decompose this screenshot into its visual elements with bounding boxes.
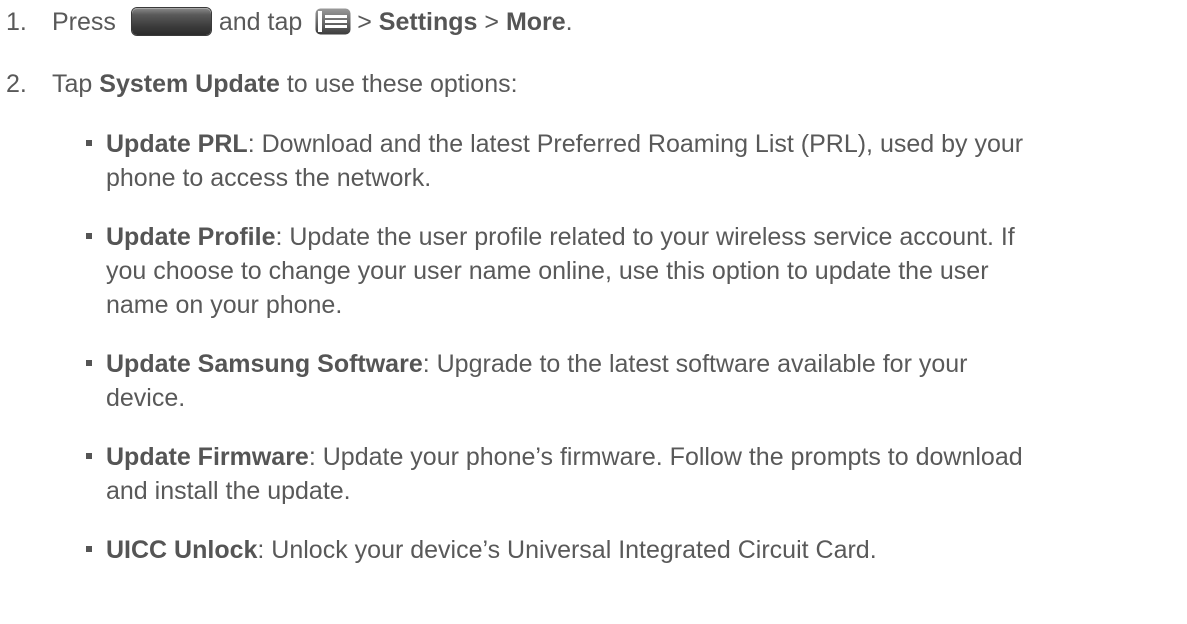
step-number: 1. <box>6 8 27 36</box>
system-update-label: System Update <box>99 70 280 98</box>
bullet-square-icon <box>86 140 92 146</box>
list-item: Update PRL: Download and the latest Pref… <box>85 127 1175 195</box>
and-tap-text: and tap <box>218 8 303 36</box>
step-2: 2. Tap System Update to use these options… <box>6 67 518 101</box>
press-text: Press <box>52 8 116 36</box>
option-description: : Unlock your device’s Universal Integra… <box>257 536 877 564</box>
bullet-square-icon <box>86 360 92 366</box>
options-list: Update PRL: Download and the latest Pref… <box>85 127 1175 592</box>
bullet-square-icon <box>86 233 92 239</box>
period: . <box>565 8 573 36</box>
step-2-rest: to use these options: <box>286 70 518 98</box>
tap-text: Tap <box>52 70 93 98</box>
option-title: Update Firmware <box>106 443 309 471</box>
list-item: Update Firmware: Update your phone’s fir… <box>85 440 1175 508</box>
option-title: Update Profile <box>106 223 276 251</box>
instructions-document: 1. Press and tap > Settings > More. 2. Ta <box>0 0 1187 624</box>
list-item: UICC Unlock: Unlock your device’s Univer… <box>85 533 1175 567</box>
step-1: 1. Press and tap > Settings > More. <box>6 5 573 39</box>
separator: > <box>357 8 372 36</box>
bullet-square-icon <box>86 453 92 459</box>
option-title: Update PRL <box>106 130 248 158</box>
option-title: UICC Unlock <box>106 536 258 564</box>
step-number: 2. <box>6 70 27 98</box>
more-label: More <box>505 8 566 36</box>
list-item: Update Samsung Software: Upgrade to the … <box>85 347 1175 415</box>
home-key-icon <box>131 7 211 35</box>
list-item: Update Profile: Update the user profile … <box>85 220 1175 322</box>
bullet-square-icon <box>86 546 92 552</box>
menu-key-icon <box>315 8 351 35</box>
option-title: Update Samsung Software <box>106 350 423 378</box>
separator: > <box>484 8 499 36</box>
settings-label: Settings <box>378 8 478 36</box>
